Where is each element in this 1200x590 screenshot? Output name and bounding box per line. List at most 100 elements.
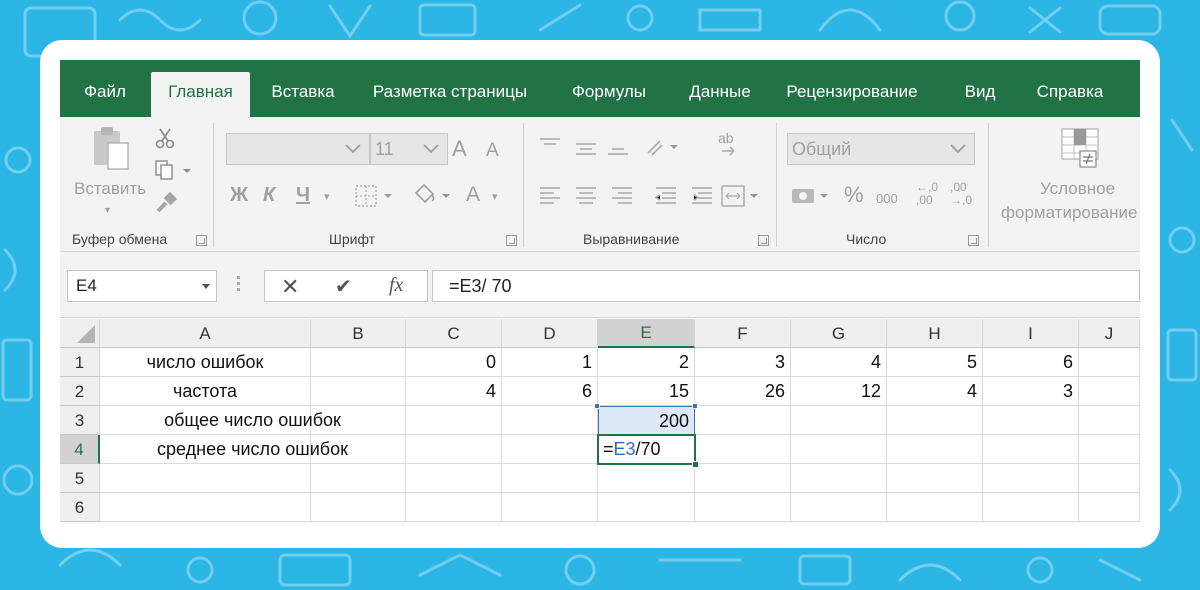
column-header-d[interactable]: D xyxy=(502,319,598,348)
grid-cell[interactable] xyxy=(791,406,887,435)
cell-f1[interactable]: 3 xyxy=(695,348,791,377)
row-header-3[interactable]: 3 xyxy=(60,406,100,435)
grid-cell[interactable] xyxy=(695,464,791,493)
grid-cell[interactable] xyxy=(311,493,406,522)
wrap-text-button[interactable]: ab xyxy=(718,131,734,145)
underline-dropdown-chevron[interactable]: ▾ xyxy=(324,187,330,207)
increase-decimal-button[interactable]: ←,0 ,00 xyxy=(916,181,938,207)
column-header-b[interactable]: B xyxy=(311,319,406,348)
tab-review[interactable]: Рецензирование xyxy=(778,72,926,117)
grid-cell[interactable] xyxy=(983,464,1079,493)
tab-view[interactable]: Вид xyxy=(952,72,1008,117)
grid-cell[interactable] xyxy=(406,406,502,435)
grid-cell[interactable] xyxy=(1079,464,1140,493)
column-header-j[interactable]: J xyxy=(1079,319,1140,348)
tab-help[interactable]: Справка xyxy=(1022,72,1118,117)
grid-cell[interactable] xyxy=(983,406,1079,435)
cell-a1[interactable]: число ошибок xyxy=(100,348,311,377)
cell-g2[interactable]: 12 xyxy=(791,377,887,406)
bold-button[interactable]: Ж xyxy=(230,185,248,205)
cell-i2[interactable]: 3 xyxy=(983,377,1079,406)
grid-cell[interactable] xyxy=(887,435,983,464)
grid-cell[interactable] xyxy=(791,493,887,522)
tab-formulas[interactable]: Формулы xyxy=(557,72,661,117)
cell-a4[interactable]: среднее число ошибок xyxy=(100,435,406,464)
conditional-formatting-label-1[interactable]: Условное xyxy=(1040,179,1115,199)
number-format-combobox[interactable]: Общий xyxy=(787,133,975,165)
column-header-a[interactable]: A xyxy=(100,319,311,348)
grid-cell[interactable] xyxy=(887,464,983,493)
select-all-corner[interactable] xyxy=(60,319,100,348)
font-color-dropdown-chevron[interactable]: ▾ xyxy=(492,187,498,207)
grid-cell[interactable] xyxy=(791,435,887,464)
paste-icon[interactable] xyxy=(88,125,138,173)
grid-cell[interactable] xyxy=(406,435,502,464)
enter-check-icon[interactable]: ✔ xyxy=(335,274,352,299)
tab-home[interactable]: Главная xyxy=(151,72,250,117)
currency-format-icon[interactable] xyxy=(790,183,834,209)
cell-d2[interactable]: 6 xyxy=(502,377,598,406)
cell-c1[interactable]: 0 xyxy=(406,348,502,377)
cell-a3[interactable]: общее число ошибок xyxy=(100,406,406,435)
tab-file[interactable]: Файл xyxy=(70,72,140,117)
grid-cell[interactable] xyxy=(1079,406,1140,435)
copy-icon[interactable] xyxy=(154,159,194,181)
formula-input[interactable]: =E3/ 70 xyxy=(432,270,1140,302)
grid-cell[interactable] xyxy=(502,406,598,435)
merge-center-icon[interactable] xyxy=(720,183,760,209)
percent-style-button[interactable]: % xyxy=(844,184,864,206)
formula-bar-splitter[interactable] xyxy=(237,276,240,296)
column-header-f[interactable]: F xyxy=(695,319,791,348)
range-corner-handle[interactable] xyxy=(692,403,698,409)
grid-cell[interactable] xyxy=(100,493,311,522)
underline-button[interactable]: Ч xyxy=(296,185,310,205)
conditional-formatting-label-2[interactable]: форматирование xyxy=(1001,203,1138,223)
grid-cell[interactable] xyxy=(100,464,311,493)
paste-dropdown-chevron[interactable]: ▾ xyxy=(105,201,110,221)
fill-handle[interactable] xyxy=(692,461,699,468)
cell-f2[interactable]: 26 xyxy=(695,377,791,406)
column-header-i[interactable]: I xyxy=(983,319,1079,348)
insert-function-icon[interactable]: fx xyxy=(389,274,403,297)
fill-color-icon[interactable] xyxy=(410,181,454,209)
grid-cell[interactable] xyxy=(983,493,1079,522)
cell-i1[interactable]: 6 xyxy=(983,348,1079,377)
horizontal-align-icons[interactable] xyxy=(536,183,726,209)
grid-cell[interactable] xyxy=(1079,435,1140,464)
cell-e1[interactable]: 2 xyxy=(598,348,695,377)
increase-font-button[interactable]: A xyxy=(452,138,467,160)
comma-style-button[interactable]: 000 xyxy=(876,189,898,209)
cell-e2[interactable]: 15 xyxy=(598,377,695,406)
column-header-h[interactable]: H xyxy=(887,319,983,348)
grid-cell[interactable] xyxy=(311,464,406,493)
grid-cell[interactable] xyxy=(406,464,502,493)
font-color-button[interactable]: A xyxy=(466,184,480,205)
column-header-c[interactable]: C xyxy=(406,319,502,348)
cell-e4-editing[interactable]: =E3/70 xyxy=(597,434,696,465)
clipboard-launcher-icon[interactable] xyxy=(196,235,207,246)
cell-a2[interactable]: частота xyxy=(100,377,311,406)
cell-g1[interactable]: 4 xyxy=(791,348,887,377)
cell-e3[interactable]: 200 xyxy=(598,406,695,435)
grid-cell[interactable] xyxy=(1079,493,1140,522)
vertical-align-icons[interactable] xyxy=(536,135,716,161)
row-header-2[interactable]: 2 xyxy=(60,377,100,406)
decrease-font-button[interactable]: A xyxy=(486,141,499,161)
name-box[interactable]: E4 xyxy=(67,270,217,302)
grid-cell[interactable] xyxy=(502,435,598,464)
font-launcher-icon[interactable] xyxy=(506,235,517,246)
row-header-6[interactable]: 6 xyxy=(60,493,100,522)
grid-cell[interactable] xyxy=(502,493,598,522)
cell-d1[interactable]: 1 xyxy=(502,348,598,377)
grid-cell[interactable] xyxy=(1079,348,1140,377)
grid-cell[interactable] xyxy=(1079,377,1140,406)
cell-c2[interactable]: 4 xyxy=(406,377,502,406)
grid-cell[interactable] xyxy=(887,493,983,522)
font-name-combobox[interactable] xyxy=(226,133,370,165)
grid-cell[interactable] xyxy=(311,348,406,377)
column-header-e[interactable]: E xyxy=(598,319,695,348)
format-painter-icon[interactable] xyxy=(154,191,178,215)
cut-icon[interactable] xyxy=(154,127,176,149)
grid-cell[interactable] xyxy=(406,493,502,522)
range-corner-handle[interactable] xyxy=(594,403,600,409)
